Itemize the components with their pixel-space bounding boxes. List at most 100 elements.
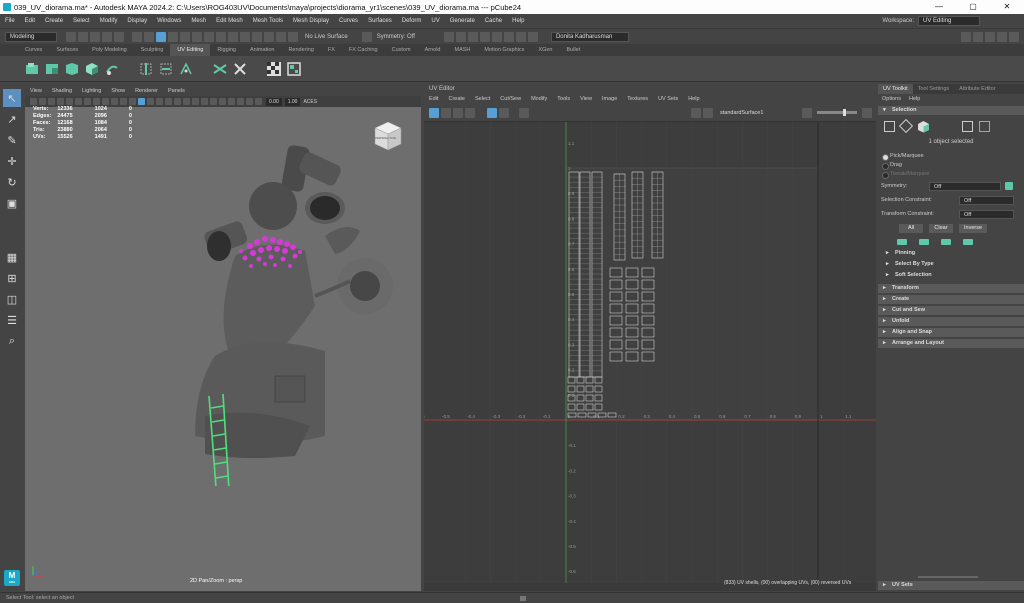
pick-marquee-radio[interactable]: Pick/Marquee — [878, 152, 1024, 161]
select-shell-border-icon[interactable] — [963, 238, 973, 245]
cut-and-sew-section[interactable]: Cut and Sew — [878, 306, 1024, 315]
ambient-occlusion-icon[interactable] — [183, 98, 190, 105]
perspective-viewport[interactable]: View Shading Lighting Show Renderer Pane… — [25, 86, 421, 591]
diorama-model[interactable] — [175, 136, 415, 486]
field-chart-icon[interactable] — [102, 98, 109, 105]
menu-edit-mesh[interactable]: Edit Mesh — [211, 18, 248, 24]
shelf-tab-bullet[interactable]: Bullet — [560, 44, 588, 56]
symmetry-icon[interactable] — [361, 31, 372, 42]
grid-toggle-icon[interactable] — [66, 98, 73, 105]
toolkit-menu-help[interactable]: Help — [905, 94, 924, 104]
vertex-mode-icon[interactable] — [168, 31, 178, 42]
menu-cache[interactable]: Cache — [480, 18, 507, 24]
menu-deform[interactable]: Deform — [397, 18, 427, 24]
select-object-icon[interactable] — [144, 31, 154, 42]
tool-settings-icon[interactable] — [997, 32, 1007, 42]
transform-section[interactable]: Transform — [878, 284, 1024, 293]
shelf-tab-motion-graphics[interactable]: Motion Graphics — [477, 44, 531, 56]
shelf-tab-uv-editing[interactable]: UV Editing — [170, 44, 211, 56]
maximize-button[interactable]: ▢ — [956, 0, 990, 14]
menu-display[interactable]: Display — [122, 18, 152, 24]
resolution-gate-icon[interactable] — [84, 98, 91, 105]
uv-menu-image[interactable]: Image — [597, 96, 622, 102]
outliner-layout-icon[interactable]: ☰ — [3, 311, 21, 329]
safe-action-icon[interactable] — [111, 98, 118, 105]
lasso-tool-icon[interactable]: ↗ — [3, 110, 21, 128]
uv-grid-icon[interactable] — [487, 107, 497, 118]
tab-tool-settings[interactable]: Tool Settings — [913, 84, 955, 94]
workspace-dropdown[interactable]: UV Editing — [918, 16, 980, 26]
uv-shaded-icon[interactable] — [429, 107, 439, 118]
side-by-side-icon[interactable]: ◫ — [3, 290, 21, 308]
depth-of-field-icon[interactable] — [210, 98, 217, 105]
uv-sets-section[interactable]: UV Sets — [878, 581, 1024, 590]
wireframe-icon[interactable] — [129, 98, 136, 105]
uv-menu-create[interactable]: Create — [443, 96, 470, 102]
motion-blur-icon[interactable] — [192, 98, 199, 105]
snap-point-icon[interactable] — [240, 31, 250, 42]
vp-menu-shading[interactable]: Shading — [47, 88, 77, 94]
clear-selection-button[interactable]: Clear — [929, 223, 953, 233]
image-plane-icon[interactable] — [57, 98, 64, 105]
live-surface-icon[interactable] — [276, 31, 286, 42]
unfold-icon[interactable] — [179, 61, 193, 76]
gamma-field[interactable]: 1.00 — [284, 97, 301, 106]
uv-menu-select[interactable]: Select — [470, 96, 495, 102]
menuset-dropdown[interactable]: Modeling — [5, 31, 57, 42]
render-settings-icon[interactable] — [467, 31, 478, 42]
anti-aliasing-icon[interactable] — [201, 98, 208, 105]
drag-radio[interactable]: Drag — [878, 161, 1024, 170]
gate-mask-icon[interactable] — [93, 98, 100, 105]
render-icon[interactable] — [443, 31, 454, 42]
vertex-select-icon[interactable] — [884, 120, 895, 132]
edge-select-icon[interactable] — [898, 118, 914, 134]
menu-mesh-display[interactable]: Mesh Display — [288, 18, 334, 24]
search-icon[interactable]: ⌕ — [3, 332, 21, 350]
shelf-tab-poly-modeling[interactable]: Poly Modeling — [85, 44, 134, 56]
rotate-tool-icon[interactable]: ↻ — [3, 173, 21, 191]
shelf-tab-mash[interactable]: MASH — [447, 44, 477, 56]
symmetry-dropdown[interactable]: Off — [929, 181, 1001, 191]
select-border-icon[interactable] — [941, 238, 951, 245]
film-gate-icon[interactable] — [75, 98, 82, 105]
backface-icon[interactable] — [246, 98, 253, 105]
shelf-tab-surfaces[interactable]: Surfaces — [49, 44, 85, 56]
shelf-tab-curves[interactable]: Curves — [18, 44, 49, 56]
redo-icon[interactable] — [114, 31, 124, 42]
help-line-handle-icon[interactable] — [520, 596, 526, 601]
uv-exposure-icon[interactable] — [802, 107, 813, 118]
uv-pixel-snap-icon[interactable] — [499, 107, 509, 118]
menu-select[interactable]: Select — [68, 18, 95, 24]
uv-canvas[interactable]: -0.8-0.7-0.6-0.5-0.4-0.3-0.2-0.100.10.20… — [424, 122, 876, 583]
exposure-field[interactable]: 0.00 — [266, 97, 282, 106]
select-by-type-section[interactable]: Select By Type — [878, 259, 1024, 270]
menu-mesh[interactable]: Mesh — [186, 18, 211, 24]
align-and-snap-section[interactable]: Align and Snap — [878, 328, 1024, 337]
shelf-tab-fx[interactable]: FX — [321, 44, 342, 56]
selection-section-header[interactable]: Selection — [878, 106, 1024, 115]
color-mgmt-icon[interactable] — [255, 98, 262, 105]
menu-modify[interactable]: Modify — [95, 18, 123, 24]
uv-texture-borders-icon[interactable] — [453, 107, 463, 118]
menu-edit[interactable]: Edit — [20, 18, 40, 24]
shelf-tab-sculpting[interactable]: Sculpting — [134, 44, 171, 56]
safe-title-icon[interactable] — [120, 98, 127, 105]
bookmark-icon[interactable] — [48, 98, 55, 105]
pause-icon[interactable] — [515, 31, 526, 42]
uv-distortion-icon[interactable] — [441, 107, 451, 118]
snap-surface-icon[interactable] — [264, 31, 274, 42]
select-component-icon[interactable] — [156, 31, 166, 42]
select-hierarchy-icon[interactable] — [132, 31, 142, 42]
modeling-toolkit-icon[interactable] — [961, 32, 971, 42]
menu-mesh-tools[interactable]: Mesh Tools — [248, 18, 288, 24]
vp-menu-panels[interactable]: Panels — [163, 88, 190, 94]
new-scene-icon[interactable] — [66, 31, 76, 42]
uv-menu-uv-sets[interactable]: UV Sets — [653, 96, 683, 102]
menu-file[interactable]: File — [0, 18, 20, 24]
select-tool-icon[interactable]: ↖ — [3, 89, 21, 107]
cut-uv-icon[interactable] — [139, 62, 153, 76]
save-scene-icon[interactable] — [90, 31, 100, 42]
shelf-tab-rigging[interactable]: Rigging — [210, 44, 243, 56]
uv-shell-select-icon[interactable] — [979, 120, 990, 132]
planar-map-icon[interactable] — [25, 62, 39, 76]
